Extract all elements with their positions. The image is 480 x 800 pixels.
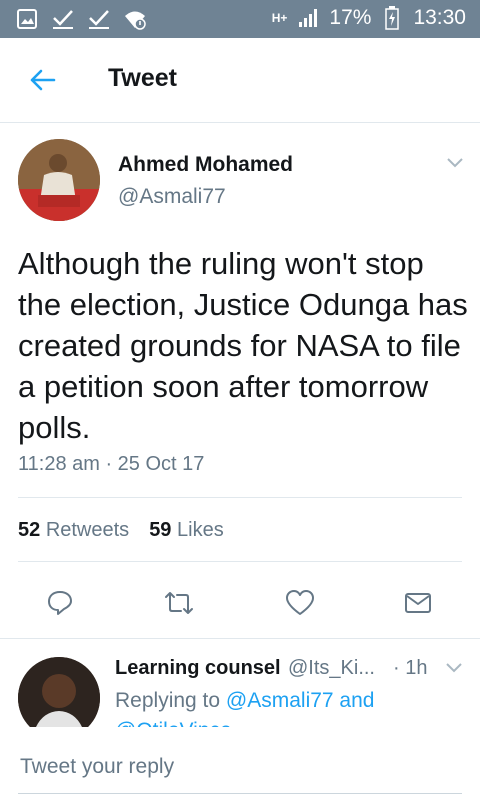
status-right: H+ 17% 13:30: [272, 5, 466, 31]
retweets-count: 52: [18, 519, 41, 541]
likes-count: 59: [149, 519, 172, 541]
chevron-down-icon: [446, 663, 462, 673]
tweet-actions: [0, 583, 480, 623]
retweet-icon: [165, 592, 193, 614]
heart-icon: [286, 590, 314, 615]
tweet-timestamp: 11:28 am · 25 Oct 17: [18, 453, 205, 475]
reply-composer: [0, 727, 480, 800]
notification-icons: [14, 6, 148, 32]
replying-to: Replying to @Asmali77 and: [115, 689, 374, 713]
gallery-icon: [14, 6, 40, 32]
back-arrow-icon: [30, 69, 56, 91]
retweet-button[interactable]: [159, 583, 199, 623]
check-icon: [50, 6, 76, 32]
retweets-stat[interactable]: 52 Retweets: [18, 519, 129, 542]
network-type: H+: [271, 11, 288, 25]
reply-author-handle[interactable]: @Its_Ki...: [288, 657, 375, 680]
reply-input[interactable]: [18, 749, 462, 785]
chevron-down-icon: [447, 158, 463, 168]
likes-stat[interactable]: 59 Likes: [149, 519, 224, 542]
reply-author-name[interactable]: Learning counsel: [115, 657, 281, 680]
status-bar: H+ 17% 13:30: [0, 0, 480, 38]
divider: [18, 561, 462, 562]
tweet-menu-button[interactable]: [440, 153, 470, 173]
divider: [18, 497, 462, 498]
likes-label: Likes: [177, 519, 224, 541]
tweet-stats: 52 Retweets 59 Likes: [18, 519, 224, 542]
avatar[interactable]: [18, 139, 100, 221]
reply-button[interactable]: [40, 583, 80, 623]
wifi-alert-icon: [122, 6, 148, 32]
replying-to-link[interactable]: @Asmali77 and: [226, 689, 375, 712]
replying-to-link-more[interactable]: @OtileVince: [115, 719, 232, 727]
avatar[interactable]: [18, 657, 100, 727]
clock: 13:30: [413, 6, 466, 29]
check-icon: [86, 6, 112, 32]
battery-charging-icon: [379, 5, 405, 31]
replying-prefix: Replying to: [115, 689, 221, 712]
direct-message-button[interactable]: [398, 583, 438, 623]
envelope-icon: [405, 593, 431, 613]
reply-time: · 1h: [393, 657, 428, 679]
like-button[interactable]: [280, 583, 320, 623]
battery-percent: 17%: [329, 6, 372, 29]
page-title: Tweet: [108, 64, 177, 92]
retweets-label: Retweets: [45, 519, 130, 541]
input-underline: [18, 793, 462, 794]
reply-tweet[interactable]: Learning counsel @Its_Ki... · 1h Replyin…: [0, 638, 480, 727]
author-name[interactable]: Ahmed Mohamed: [118, 153, 293, 177]
reply-icon: [48, 591, 72, 615]
app-bar: Tweet: [0, 38, 480, 123]
signal-icon: [295, 5, 321, 31]
back-button[interactable]: [22, 62, 62, 98]
tweet-text: Although the ruling won't stop the elect…: [18, 246, 468, 445]
author-handle[interactable]: @Asmali77: [118, 185, 226, 209]
reply-menu-button[interactable]: [442, 659, 466, 677]
